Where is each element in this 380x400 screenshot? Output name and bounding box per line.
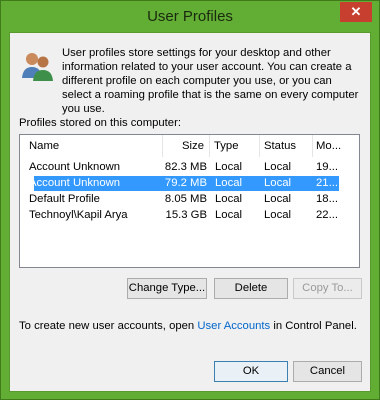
cell-type: Local	[215, 161, 243, 173]
cell-modified: 22...	[316, 209, 338, 221]
delete-button[interactable]: Delete	[214, 278, 288, 299]
ok-button[interactable]: OK	[214, 361, 288, 382]
cell-type: Local	[215, 209, 243, 221]
footer-prefix: To create new user accounts, open	[19, 320, 198, 332]
user-accounts-link[interactable]: User Accounts	[197, 320, 270, 332]
copy-to-button[interactable]: Copy To...	[293, 278, 362, 299]
cell-type: Local	[215, 177, 243, 189]
change-type-button[interactable]: Change Type...	[127, 278, 207, 299]
column-header-type[interactable]: Type	[214, 140, 239, 152]
table-row[interactable]: Default Profile 8.05 MB Local Local 18..…	[20, 192, 342, 207]
column-header-status[interactable]: Status	[264, 140, 296, 152]
cell-name: Account Unknown	[29, 177, 121, 189]
table-row[interactable]: Account Unknown 82.3 MB Local Local 19..…	[20, 160, 342, 175]
column-separator[interactable]	[209, 135, 210, 157]
list-header: Name Size Type Status Mo...	[20, 135, 359, 157]
cell-name: Technoyl\Kapil Arya	[29, 209, 128, 221]
cell-type: Local	[215, 193, 243, 205]
column-separator[interactable]	[259, 135, 260, 157]
cell-status: Local	[264, 161, 292, 173]
cell-status: Local	[264, 177, 292, 189]
profiles-list[interactable]: Name Size Type Status Mo... Account Unkn…	[19, 134, 360, 268]
cell-size: 79.2 MB	[164, 177, 207, 189]
users-icon	[22, 53, 53, 81]
cell-status: Local	[264, 193, 292, 205]
cancel-button[interactable]: Cancel	[293, 361, 362, 382]
cell-name: Account Unknown	[29, 161, 121, 173]
cell-size: 15.3 GB	[165, 209, 207, 221]
cell-modified: 18...	[316, 193, 338, 205]
cell-size: 8.05 MB	[164, 193, 207, 205]
cell-modified: 19...	[316, 161, 338, 173]
intro-text: User profiles store settings for your de…	[62, 47, 359, 115]
footer-text: To create new user accounts, open User A…	[19, 320, 357, 332]
column-header-name[interactable]: Name	[29, 140, 59, 152]
cell-modified: 21...	[316, 177, 338, 189]
footer-suffix: in Control Panel.	[270, 320, 357, 332]
column-header-size[interactable]: Size	[182, 140, 204, 152]
cell-name: Default Profile	[29, 193, 100, 205]
cell-size: 82.3 MB	[164, 161, 207, 173]
table-row[interactable]: Technoyl\Kapil Arya 15.3 GB Local Local …	[20, 208, 342, 223]
dialog-client-area: User profiles store settings for your de…	[9, 32, 371, 392]
column-separator[interactable]	[312, 135, 313, 157]
close-icon: ✕	[350, 4, 362, 19]
title-bar[interactable]: User Profiles ✕	[1, 1, 379, 33]
profiles-label: Profiles stored on this computer:	[19, 117, 181, 129]
close-button[interactable]: ✕	[340, 2, 372, 22]
table-row-selected[interactable]: Account Unknown 79.2 MB Local Local 21..…	[29, 176, 339, 191]
window-title: User Profiles	[147, 8, 233, 25]
column-header-modified[interactable]: Mo...	[316, 140, 341, 152]
column-separator[interactable]	[162, 135, 163, 157]
user-profiles-window: User Profiles ✕ User profiles store sett…	[0, 0, 380, 400]
cell-status: Local	[264, 209, 292, 221]
